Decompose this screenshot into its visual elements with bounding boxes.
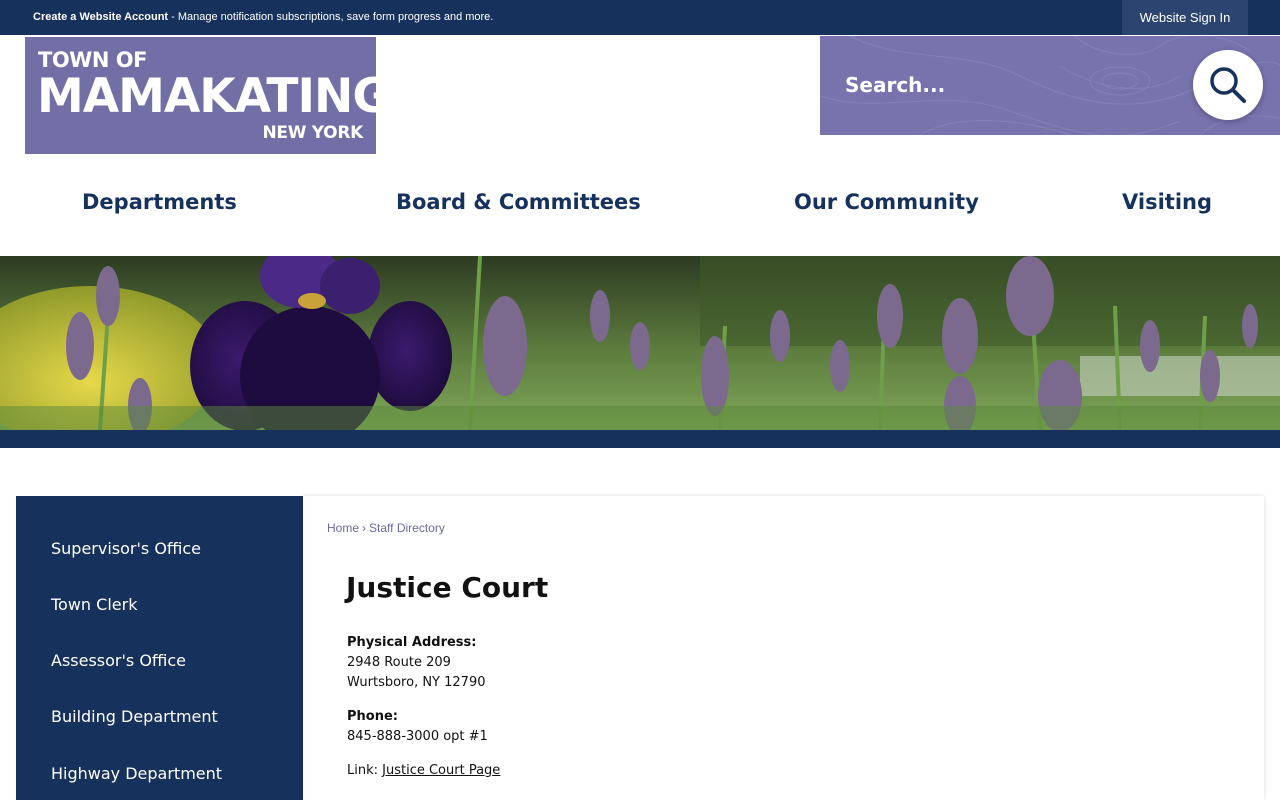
search-panel [820,36,1280,135]
address-line-2: Wurtsboro, NY 12790 [347,675,486,690]
sidebar-navigation: Supervisor's Office Town Clerk Assessor'… [16,496,303,800]
justice-court-page-link[interactable]: Justice Court Page [382,763,500,778]
create-account-link[interactable]: Create a Website Account [33,11,168,23]
website-sign-in-button[interactable]: Website Sign In [1122,0,1248,35]
account-notice: Create a Website Account - Manage notifi… [33,0,493,35]
breadcrumb-separator: › [362,521,367,535]
address-line-1: 2948 Route 209 [347,655,451,670]
sidebar-item-town-clerk[interactable]: Town Clerk [51,595,137,614]
town-logo[interactable]: TOWN OF MAMAKATING NEW YORK [25,37,391,154]
sidebar-item-supervisors-office[interactable]: Supervisor's Office [51,539,201,558]
main-navigation: Departments Board & Committees Our Commu… [0,170,1280,240]
utility-bar: Create a Website Account - Manage notifi… [0,0,1280,35]
phone-number[interactable]: 845-888-3000 opt #1 [347,729,488,744]
nav-departments[interactable]: Departments [82,190,237,214]
link-row: Link: Justice Court Page [347,763,500,778]
phone-label: Phone: [347,709,398,724]
sidebar-item-highway-department[interactable]: Highway Department [51,764,222,783]
search-input[interactable] [845,66,1185,104]
hero-divider-bar [0,430,1280,448]
logo-line-mamakating: MAMAKATING [37,69,391,124]
nav-visiting[interactable]: Visiting [1122,190,1212,214]
page-title: Justice Court [346,571,549,604]
create-account-description: - Manage notification subscriptions, sav… [168,11,494,23]
logo-line-new-york: NEW YORK [262,123,363,143]
search-icon [1210,67,1246,103]
nav-our-community[interactable]: Our Community [794,190,979,214]
breadcrumb-staff-directory-link[interactable]: Staff Directory [369,521,445,535]
search-button[interactable] [1193,50,1263,120]
breadcrumb-home-link[interactable]: Home [327,521,359,535]
sidebar-item-building-department[interactable]: Building Department [51,707,218,726]
nav-board-committees[interactable]: Board & Committees [396,190,641,214]
hero-banner-image [0,256,1280,430]
physical-address-label: Physical Address: [347,635,477,650]
sidebar-item-assessors-office[interactable]: Assessor's Office [51,651,186,670]
link-label: Link: [347,763,383,778]
breadcrumb: Home › Staff Directory [327,521,445,535]
main-content: Home › Staff Directory Justice Court Physi… [303,496,1264,800]
